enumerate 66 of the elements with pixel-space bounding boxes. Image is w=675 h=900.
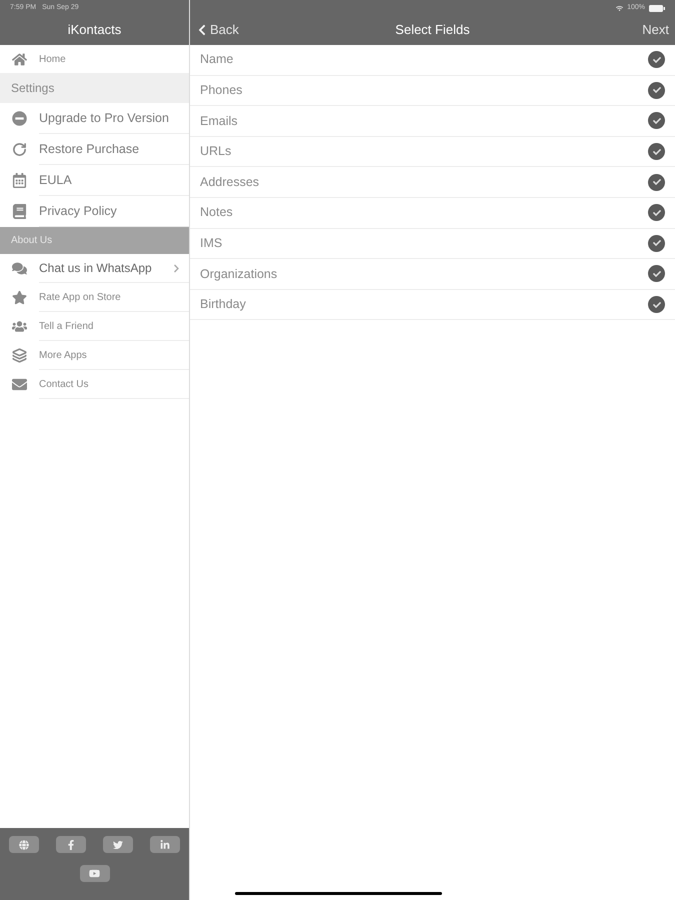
field-row[interactable]: Addresses — [190, 167, 675, 198]
rotate-icon — [12, 142, 27, 157]
social-button[interactable] — [9, 836, 39, 853]
chevron-left-icon — [196, 24, 208, 36]
field-label: IMS — [200, 234, 222, 252]
check-icon[interactable] — [648, 51, 665, 68]
nav-title: Select Fields — [395, 20, 470, 39]
menu-item[interactable]: Restore Purchase — [39, 140, 140, 158]
chat-icon — [12, 261, 27, 276]
field-row[interactable]: Notes — [190, 198, 675, 229]
calendar-icon — [12, 173, 27, 188]
home-icon — [12, 52, 27, 66]
star-icon — [12, 290, 27, 305]
field-label: Addresses — [200, 174, 260, 191]
field-label: Phones — [200, 82, 242, 100]
field-label: Notes — [200, 204, 233, 222]
chevron-icon — [172, 264, 181, 272]
facebook-icon — [66, 840, 76, 850]
check-icon[interactable] — [648, 296, 665, 314]
section-title: Settings — [11, 80, 54, 97]
check-icon[interactable] — [648, 112, 665, 130]
field-label: Name — [200, 51, 234, 68]
check-icon[interactable] — [648, 204, 665, 222]
people-icon — [12, 319, 27, 334]
next-button[interactable]: Next — [642, 20, 669, 40]
field-label: Birthday — [200, 296, 246, 314]
field-row[interactable]: IMS — [190, 228, 675, 260]
field-row[interactable]: Phones — [190, 76, 675, 106]
layers-icon — [12, 348, 27, 363]
menu-item[interactable]: Privacy Policy — [39, 202, 117, 220]
field-row[interactable]: Emails — [190, 106, 675, 137]
menu-item[interactable]: Chat us in WhatsApp — [39, 259, 152, 277]
menu-item[interactable]: More Apps — [39, 348, 87, 362]
social-button[interactable] — [103, 836, 133, 853]
check-icon[interactable] — [648, 143, 665, 160]
globe-icon — [19, 840, 29, 850]
menu-item[interactable]: EULA — [39, 170, 72, 190]
check-icon[interactable] — [648, 82, 665, 99]
sidebar-title: iKontacts — [68, 20, 122, 39]
check-icon[interactable] — [648, 174, 665, 191]
section-title: About Us — [11, 234, 52, 248]
field-label: URLs — [200, 143, 232, 160]
field-row[interactable]: Organizations — [190, 259, 675, 290]
field-label: Organizations — [200, 266, 278, 283]
back-button[interactable]: Back — [196, 20, 239, 40]
youtube-icon — [89, 868, 100, 879]
social-button[interactable] — [56, 836, 86, 853]
battery-icon — [649, 5, 665, 12]
field-row[interactable]: URLs — [190, 136, 675, 168]
social-button[interactable] — [150, 836, 180, 853]
check-icon[interactable] — [648, 265, 665, 282]
menu-item[interactable]: Home — [39, 52, 66, 66]
social-button[interactable] — [80, 865, 110, 882]
menu-item[interactable]: Upgrade to Pro Version — [39, 108, 169, 128]
menu-item[interactable]: Rate App on Store — [39, 290, 121, 304]
twitter-icon — [113, 840, 123, 850]
wifi-icon — [616, 5, 624, 12]
field-label: Emails — [200, 112, 238, 130]
book-icon — [12, 204, 27, 219]
check-icon[interactable] — [648, 234, 665, 252]
linkedin-icon — [160, 840, 170, 850]
menu-item[interactable]: Contact Us — [39, 376, 88, 392]
field-row[interactable]: Birthday — [190, 290, 675, 320]
mail-icon — [12, 377, 27, 392]
field-row[interactable]: Name — [190, 45, 675, 76]
menu-item[interactable]: Tell a Friend — [39, 318, 94, 334]
